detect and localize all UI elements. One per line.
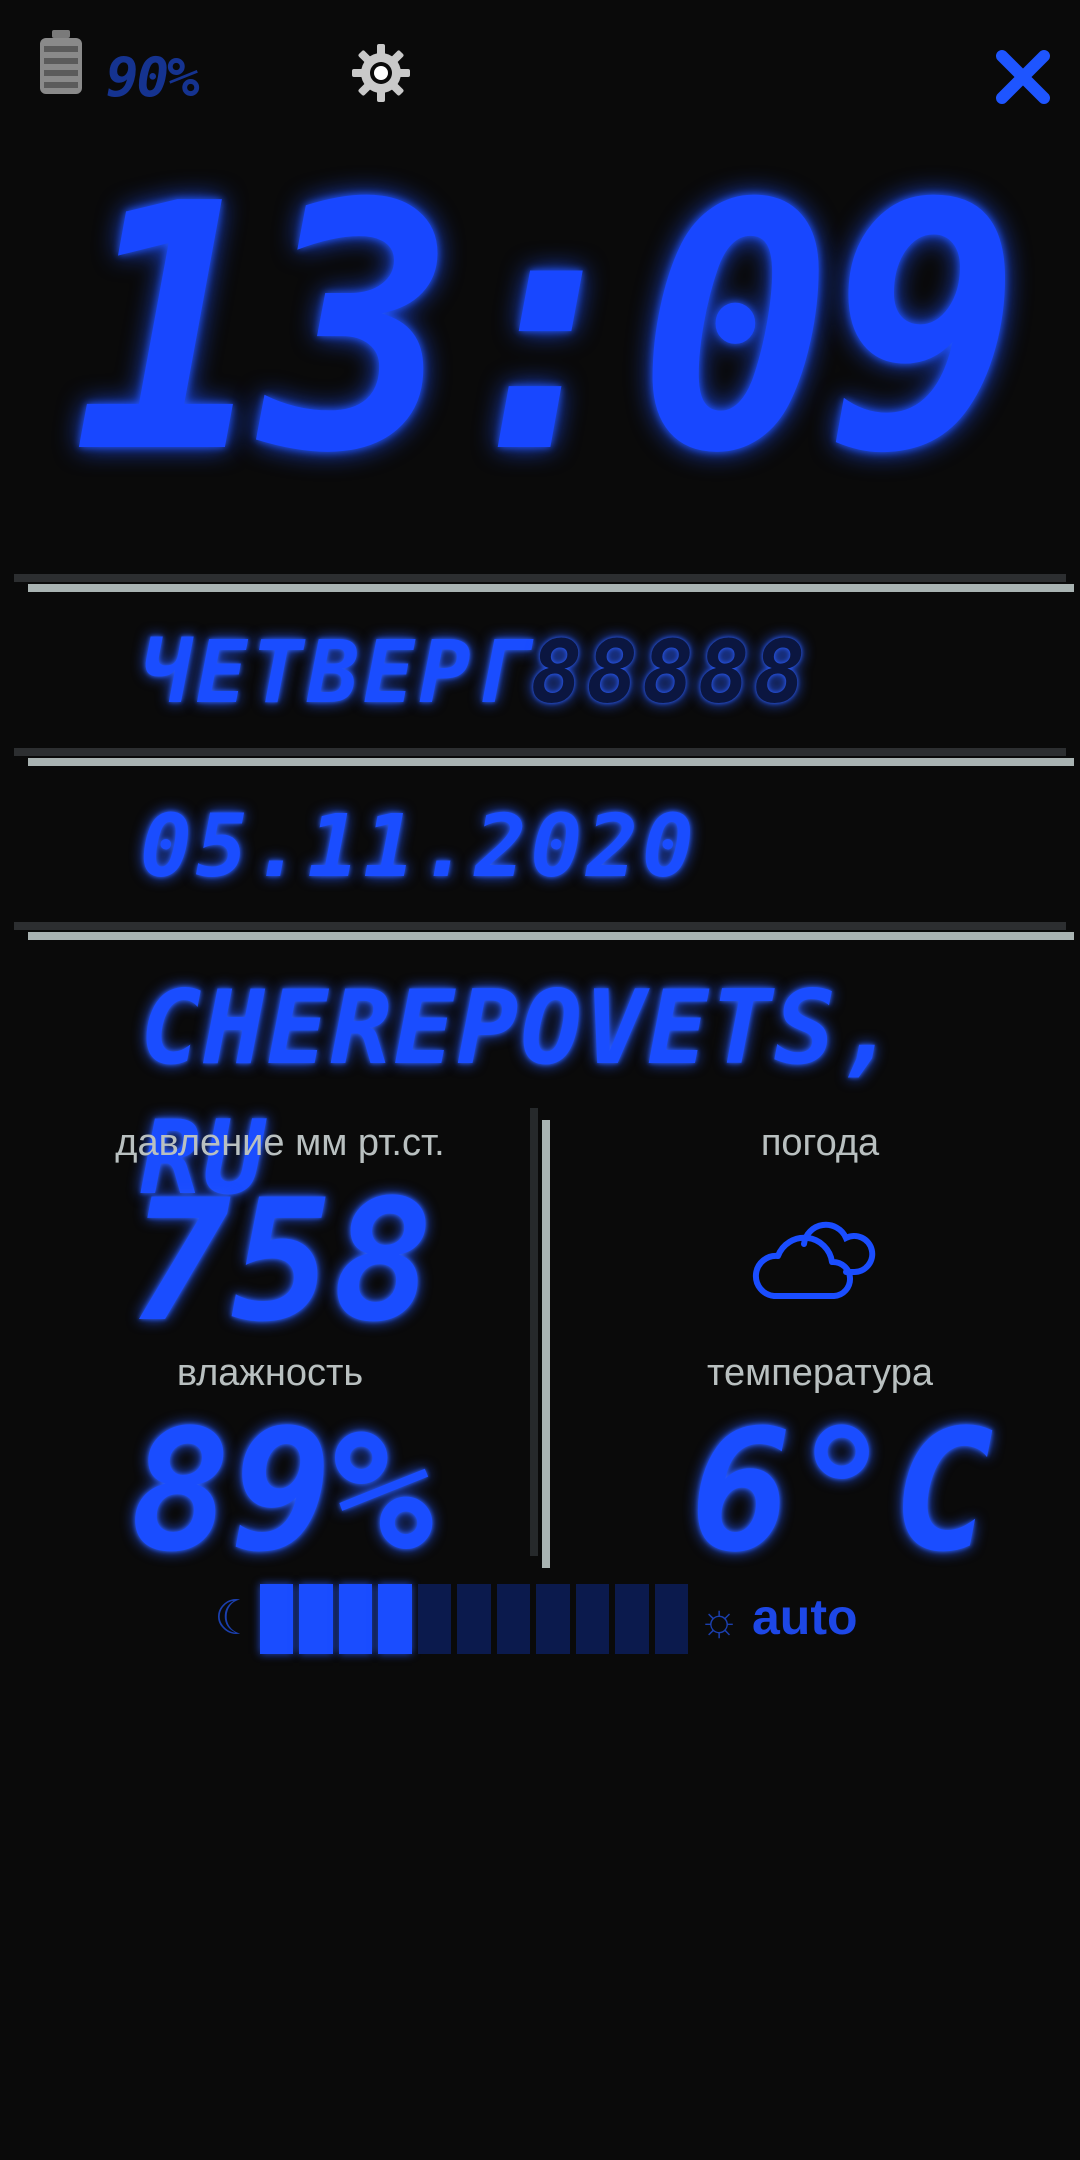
divider [28,758,1074,766]
weather-label: погода [760,1122,880,1164]
brightness-cell[interactable] [260,1584,294,1654]
brightness-cell[interactable] [615,1584,649,1654]
pressure-value: 758 [130,1163,434,1359]
brightness-cell[interactable] [536,1584,570,1654]
divider [28,932,1074,940]
date-display: 05.11.2020 [140,792,698,902]
clock-display: 13:09 [24,150,1064,510]
date-text: 05.11.2020 [140,797,698,897]
brightness-cell[interactable] [338,1584,373,1654]
temperature-value: 6°C [690,1393,994,1589]
brightness-cell[interactable] [457,1584,491,1654]
moon-icon: ☾ [214,1592,258,1645]
city-display: CHEREPOVETS, RU [140,964,1080,1218]
weekday-text: ЧЕТВЕРГ [140,623,531,723]
clock-time: 13:09 [72,132,1022,528]
brightness-cell[interactable] [496,1584,531,1654]
gear-icon[interactable] [348,40,414,106]
battery-icon [36,28,86,98]
brightness-cell[interactable] [378,1584,412,1654]
brightness-cell[interactable] [654,1584,688,1654]
close-icon[interactable] [994,48,1052,106]
humidity-value: 89% [130,1393,434,1589]
weekday-ghost-segments: 88888 [530,623,810,723]
temperature-label: температура [706,1352,934,1394]
divider [14,574,1066,582]
divider [14,922,1066,930]
divider [28,584,1074,592]
divider [14,748,1066,756]
battery-percent: 90% [106,46,200,109]
sun-icon: ☼ [698,1593,741,1645]
auto-brightness-button[interactable]: auto [752,1588,858,1646]
pressure-label: давление мм рт.ст. [115,1122,445,1164]
vertical-divider [542,1120,550,1568]
brightness-cell[interactable] [299,1584,333,1654]
vertical-divider [530,1108,538,1556]
cloud-icon [744,1204,884,1308]
weekday-display: ЧЕТВЕРГ88888 [140,618,809,728]
brightness-slider[interactable] [260,1584,688,1654]
humidity-label: влажность [176,1352,364,1394]
brightness-cell[interactable] [575,1584,610,1654]
brightness-cell[interactable] [417,1584,452,1654]
